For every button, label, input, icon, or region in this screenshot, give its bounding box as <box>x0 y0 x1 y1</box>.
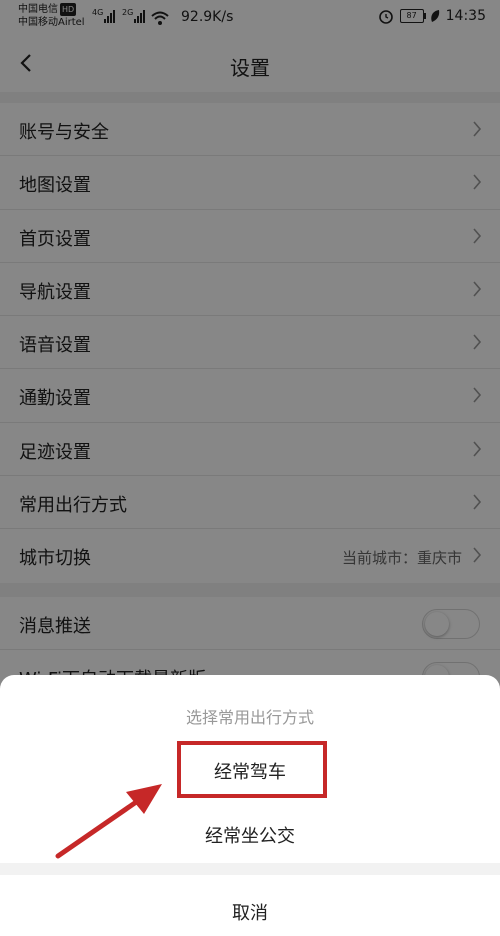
red-arrow-icon <box>55 784 162 859</box>
